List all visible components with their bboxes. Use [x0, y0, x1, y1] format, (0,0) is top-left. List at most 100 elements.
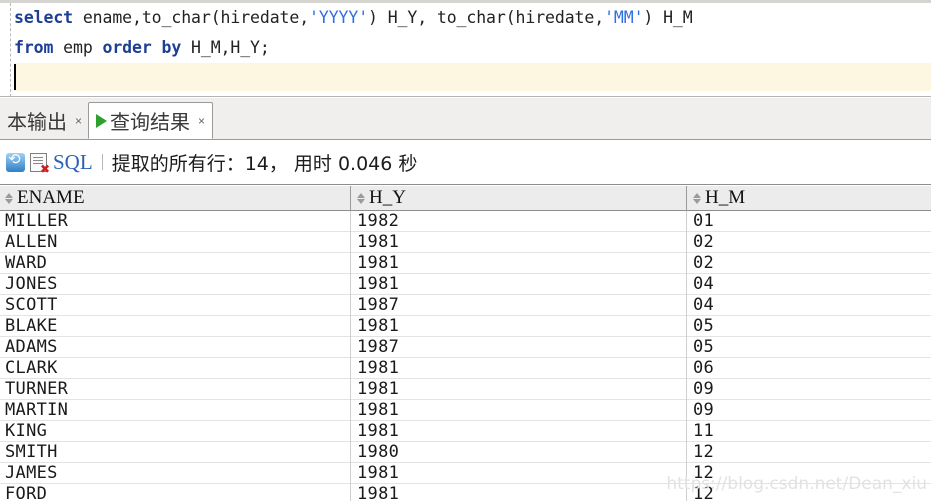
table-cell[interactable]: ADAMS [3, 337, 347, 357]
grid-header-row[interactable]: ENAME H_Y H_M [0, 186, 931, 211]
table-cell[interactable]: MARTIN [3, 400, 347, 420]
table-row[interactable]: JAMES 1981 12 [0, 463, 931, 484]
refresh-icon[interactable] [6, 150, 25, 172]
table-row[interactable]: CLARK 1981 06 [0, 358, 931, 379]
table-row[interactable]: FORD 1981 12 [0, 484, 931, 501]
table-cell[interactable]: 12 [691, 484, 929, 501]
sql-keyword: from [14, 38, 54, 57]
table-cell[interactable]: 04 [691, 274, 929, 294]
grid-cell-divider [350, 379, 351, 400]
table-row[interactable]: ALLEN 1981 02 [0, 232, 931, 253]
text-caret [14, 64, 16, 90]
table-cell[interactable]: 1981 [355, 379, 683, 399]
table-cell[interactable]: 1980 [355, 442, 683, 462]
table-cell[interactable]: 1981 [355, 463, 683, 483]
grid-column-header-ename[interactable]: ENAME [3, 186, 347, 210]
table-cell[interactable]: WARD [3, 253, 347, 273]
table-cell[interactable]: JONES [3, 274, 347, 294]
table-cell[interactable]: MILLER [3, 211, 347, 231]
table-row[interactable]: SCOTT 1987 04 [0, 295, 931, 316]
grid-cell-divider [350, 295, 351, 316]
table-row[interactable]: WARD 1981 02 [0, 253, 931, 274]
table-cell[interactable]: 05 [691, 316, 929, 336]
sql-text: emp [53, 38, 103, 57]
table-cell[interactable]: 1982 [355, 211, 683, 231]
table-cell[interactable]: TURNER [3, 379, 347, 399]
table-cell[interactable]: ALLEN [3, 232, 347, 252]
editor-margin-rule [10, 3, 11, 96]
sql-text: ename,to_char(hiredate, [73, 8, 310, 27]
table-cell[interactable]: BLAKE [3, 316, 347, 336]
table-cell[interactable]: 02 [691, 232, 929, 252]
table-cell[interactable]: 1981 [355, 484, 683, 501]
sort-indicator-icon [357, 192, 366, 205]
table-cell[interactable]: 09 [691, 379, 929, 399]
sql-label: SQL [53, 149, 93, 174]
grid-column-header-label: H_M [705, 187, 746, 208]
grid-column-header-label: H_Y [369, 187, 406, 208]
grid-cell-divider [350, 274, 351, 295]
table-row[interactable]: MILLER 1982 01 [0, 211, 931, 232]
table-cell[interactable]: FORD [3, 484, 347, 501]
table-cell[interactable]: 05 [691, 337, 929, 357]
table-row[interactable]: BLAKE 1981 05 [0, 316, 931, 337]
tab-query-result[interactable]: 查询结果 × [88, 102, 214, 139]
query-results-grid[interactable]: ENAME H_Y H_M MILLER 1982 01 ALLEN 1981 02 WARD 1… [0, 186, 931, 501]
table-cell[interactable]: 1981 [355, 421, 683, 441]
table-cell[interactable]: 1981 [355, 316, 683, 336]
grid-cell-divider [686, 421, 687, 442]
table-cell[interactable]: JAMES [3, 463, 347, 483]
tab-query-result-close-icon[interactable]: × [198, 114, 205, 128]
table-cell[interactable]: 1981 [355, 253, 683, 273]
sql-code-text[interactable]: select ename,to_char(hiredate,'YYYY') H_… [14, 3, 931, 63]
table-cell[interactable]: 1981 [355, 232, 683, 252]
table-cell[interactable]: SMITH [3, 442, 347, 462]
grid-body[interactable]: MILLER 1982 01 ALLEN 1981 02 WARD 1981 02 JONES 19… [0, 211, 931, 501]
tab-script-output-close-icon[interactable]: × [75, 114, 82, 128]
grid-column-divider[interactable] [350, 186, 351, 210]
table-cell[interactable]: SCOTT [3, 295, 347, 315]
sql-editor-pane[interactable]: select ename,to_char(hiredate,'YYYY') H_… [0, 0, 931, 97]
sql-text: H_M,H_Y; [181, 38, 270, 57]
editor-gutter [0, 3, 10, 96]
table-row[interactable]: TURNER 1981 09 [0, 379, 931, 400]
table-cell[interactable]: 01 [691, 211, 929, 231]
table-cell[interactable]: 1981 [355, 358, 683, 378]
table-cell[interactable]: 06 [691, 358, 929, 378]
table-cell[interactable]: 11 [691, 421, 929, 441]
grid-column-header-label: ENAME [17, 187, 85, 208]
table-cell[interactable]: KING [3, 421, 347, 441]
table-row[interactable]: SMITH 1980 12 [0, 442, 931, 463]
grid-column-divider[interactable] [686, 186, 687, 210]
table-cell[interactable]: 02 [691, 253, 929, 273]
grid-cell-divider [350, 463, 351, 484]
grid-cell-divider [350, 232, 351, 253]
table-cell[interactable]: 1987 [355, 337, 683, 357]
table-cell[interactable]: 1987 [355, 295, 683, 315]
table-cell[interactable]: CLARK [3, 358, 347, 378]
grid-column-header-h_m[interactable]: H_M [691, 186, 929, 210]
sql-keyword: select [14, 8, 74, 27]
table-row[interactable]: MARTIN 1981 09 [0, 400, 931, 421]
table-cell[interactable]: 12 [691, 442, 929, 462]
grid-column-header-h_y[interactable]: H_Y [355, 186, 683, 210]
table-cell[interactable]: 12 [691, 463, 929, 483]
table-row[interactable]: KING 1981 11 [0, 421, 931, 442]
sql-keyword: by [161, 38, 182, 57]
table-cell[interactable]: 1981 [355, 274, 683, 294]
grid-cell-divider [350, 253, 351, 274]
table-row[interactable]: JONES 1981 04 [0, 274, 931, 295]
tab-script-output[interactable]: 本输出 × [0, 102, 89, 139]
tab-query-result-label: 查询结果 [110, 110, 190, 134]
document-error-icon[interactable] [30, 152, 50, 175]
grid-cell-divider [350, 421, 351, 442]
table-row[interactable]: ADAMS 1987 05 [0, 337, 931, 358]
table-cell[interactable]: 1981 [355, 400, 683, 420]
table-cell[interactable]: 09 [691, 400, 929, 420]
sql-string-literal: 'MM' [604, 8, 644, 27]
table-cell[interactable]: 04 [691, 295, 929, 315]
sort-indicator-icon [5, 192, 14, 205]
grid-cell-divider [350, 337, 351, 358]
grid-cell-divider [350, 442, 351, 463]
